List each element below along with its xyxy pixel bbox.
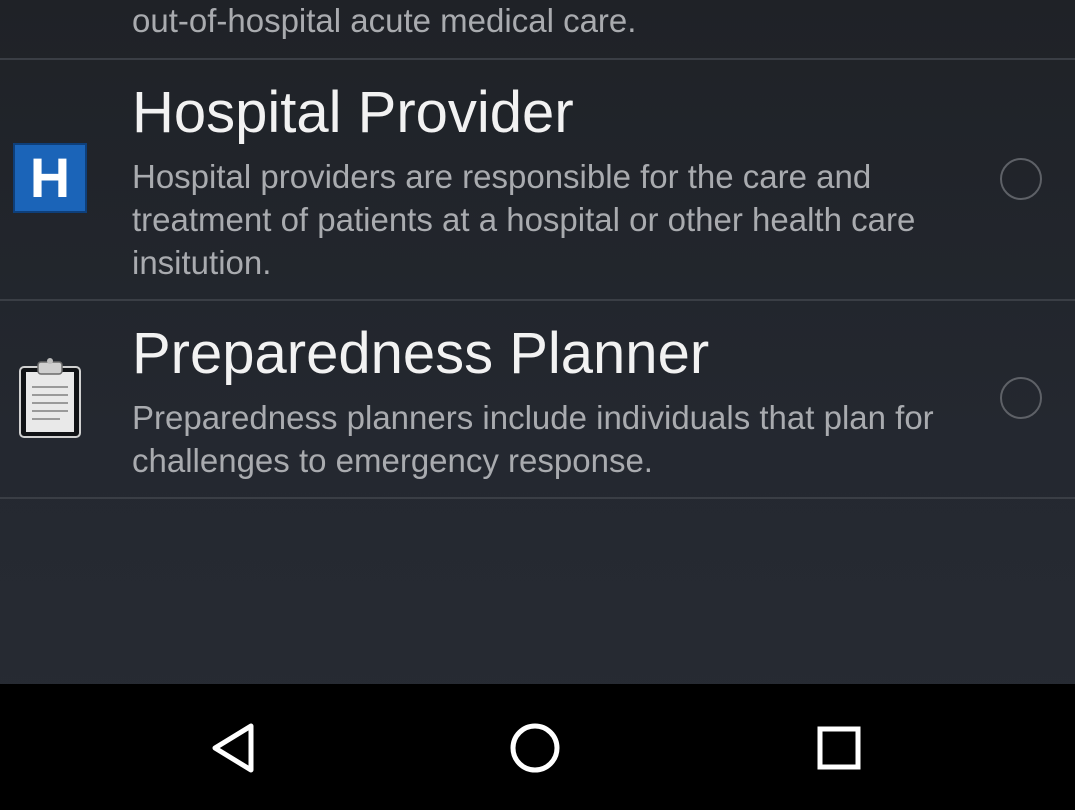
- list-item-previous-role[interactable]: out-of-hospital acute medical care.: [0, 0, 1075, 60]
- list-item-hospital-provider[interactable]: H Hospital Provider Hospital providers a…: [0, 60, 1075, 301]
- back-button[interactable]: [205, 720, 261, 776]
- clipboard-icon: [19, 358, 81, 438]
- preparedness-planner-radio[interactable]: [1000, 377, 1042, 419]
- role-title: Preparedness Planner: [132, 321, 710, 386]
- role-title: Hospital Provider: [132, 80, 574, 145]
- list-item-preparedness-planner[interactable]: Preparedness Planner Preparedness planne…: [0, 301, 1075, 499]
- role-list: out-of-hospital acute medical care. H Ho…: [0, 0, 1075, 499]
- recents-button[interactable]: [811, 720, 867, 776]
- back-icon: [212, 723, 254, 773]
- home-icon: [510, 723, 560, 773]
- home-button[interactable]: [507, 720, 563, 776]
- role-description: out-of-hospital acute medical care.: [132, 2, 637, 39]
- system-navigation-bar: [0, 684, 1075, 810]
- role-description: Hospital providers are responsible for t…: [132, 158, 916, 281]
- role-selection-screen: out-of-hospital acute medical care. H Ho…: [0, 0, 1075, 810]
- hospital-icon: H: [13, 143, 87, 213]
- hospital-icon-letter: H: [29, 146, 71, 209]
- recents-icon: [817, 726, 861, 770]
- hospital-provider-radio[interactable]: [1000, 158, 1042, 200]
- role-description: Preparedness planners include individual…: [132, 399, 934, 479]
